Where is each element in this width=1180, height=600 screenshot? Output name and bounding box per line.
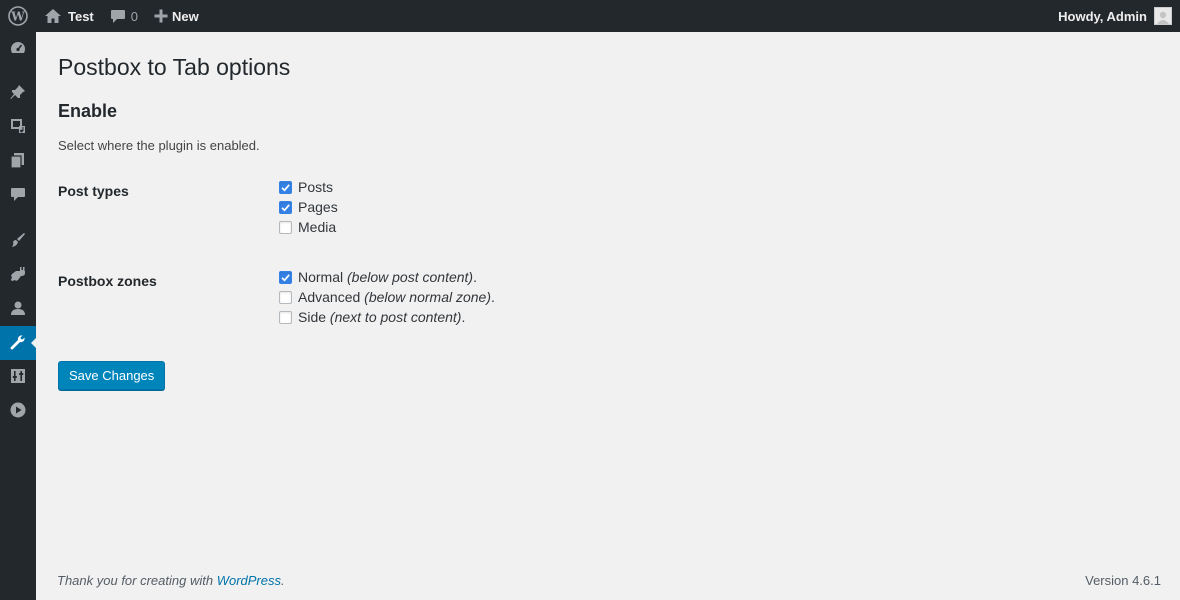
zone-advanced-checkbox[interactable] bbox=[279, 290, 292, 304]
post-type-posts-option[interactable]: Posts bbox=[279, 179, 333, 195]
checkmark-icon bbox=[281, 203, 290, 212]
post-type-pages-option[interactable]: Pages bbox=[279, 199, 338, 215]
footer-thanks-prefix: Thank you for creating with bbox=[57, 573, 217, 588]
dashboard-icon bbox=[9, 39, 27, 60]
zone-advanced-option[interactable]: Advanced (below normal zone). bbox=[279, 289, 495, 305]
sidebar-item-users[interactable] bbox=[0, 292, 36, 326]
comments-link[interactable]: 0 bbox=[102, 0, 146, 32]
site-name-label: Test bbox=[68, 8, 94, 24]
users-icon bbox=[9, 299, 27, 320]
post-type-media-checkbox[interactable] bbox=[279, 220, 292, 234]
footer-version: Version 4.6.1 bbox=[1085, 573, 1161, 588]
sidebar-item-plugins[interactable] bbox=[0, 258, 36, 292]
sidebar-item-tools[interactable] bbox=[0, 326, 36, 360]
new-label: New bbox=[172, 8, 199, 24]
main-content: Postbox to Tab options Enable Select whe… bbox=[36, 32, 1180, 600]
save-changes-button[interactable]: Save Changes bbox=[58, 361, 166, 390]
checkmark-icon bbox=[281, 273, 290, 282]
post-type-media-label: Media bbox=[298, 219, 337, 235]
settings-icon bbox=[9, 367, 27, 388]
comments-icon bbox=[9, 185, 27, 206]
sidebar-separator bbox=[0, 212, 36, 224]
new-content-link[interactable]: New bbox=[146, 0, 207, 32]
media-icon bbox=[9, 117, 27, 138]
sidebar-item-settings[interactable] bbox=[0, 360, 36, 394]
sidebar-item-media[interactable] bbox=[0, 110, 36, 144]
zone-side-note: (next to post content) bbox=[329, 309, 462, 325]
section-description: Select where the plugin is enabled. bbox=[58, 138, 260, 153]
post-type-media-option[interactable]: Media bbox=[279, 219, 336, 235]
svg-text:W: W bbox=[10, 10, 25, 24]
post-type-pages-checkbox[interactable] bbox=[279, 200, 292, 214]
footer-thanks-suffix: . bbox=[281, 573, 285, 588]
tools-icon bbox=[9, 333, 27, 354]
my-account-link[interactable]: Howdy, Admin bbox=[1050, 0, 1180, 32]
wordpress-link[interactable]: WordPress bbox=[217, 573, 281, 588]
plugins-icon bbox=[9, 265, 27, 286]
section-title: Enable bbox=[58, 101, 118, 121]
sidebar-item-appearance[interactable] bbox=[0, 224, 36, 258]
sidebar-item-media-player[interactable] bbox=[0, 394, 36, 428]
sidebar-item-pages[interactable] bbox=[0, 144, 36, 178]
admin-bar: W Test 0 New Howdy, Admin bbox=[0, 0, 1180, 32]
play-icon bbox=[9, 401, 27, 422]
zone-side-label: Side bbox=[298, 309, 327, 325]
post-type-posts-label: Posts bbox=[298, 179, 334, 195]
sidebar-item-dashboard[interactable] bbox=[0, 32, 36, 66]
sidebar-item-comments[interactable] bbox=[0, 178, 36, 212]
greeting-label: Howdy, Admin bbox=[1058, 8, 1147, 24]
appearance-icon bbox=[9, 231, 27, 252]
plus-icon bbox=[154, 9, 168, 23]
wordpress-logo-icon[interactable]: W bbox=[0, 0, 36, 32]
zone-normal-note: (below post content) bbox=[347, 269, 474, 285]
post-types-label: Post types bbox=[58, 183, 129, 199]
admin-sidebar bbox=[0, 32, 36, 600]
page-title: Postbox to Tab options bbox=[58, 54, 291, 80]
zone-side-option[interactable]: Side (next to post content). bbox=[279, 309, 465, 325]
pages-icon bbox=[9, 151, 27, 172]
zone-normal-checkbox[interactable] bbox=[279, 270, 292, 284]
avatar bbox=[1154, 7, 1172, 25]
zone-advanced-note: (below normal zone) bbox=[364, 289, 492, 305]
comments-count: 0 bbox=[130, 8, 138, 24]
footer-thanks: Thank you for creating with WordPress. bbox=[57, 573, 285, 588]
home-icon bbox=[44, 8, 62, 24]
pin-icon bbox=[9, 83, 27, 104]
post-type-posts-checkbox[interactable] bbox=[279, 180, 292, 194]
sidebar-item-posts[interactable] bbox=[0, 76, 36, 110]
zone-advanced-label: Advanced bbox=[298, 289, 361, 305]
site-name-link[interactable]: Test bbox=[36, 0, 102, 32]
post-type-pages-label: Pages bbox=[298, 199, 338, 215]
zone-normal-option[interactable]: Normal (below post content). bbox=[279, 269, 477, 285]
comment-bubble-icon bbox=[110, 9, 126, 24]
checkmark-icon bbox=[281, 183, 290, 192]
zone-normal-label: Normal bbox=[298, 269, 344, 285]
zone-side-checkbox[interactable] bbox=[279, 310, 292, 324]
postbox-zones-label: Postbox zones bbox=[58, 273, 157, 289]
